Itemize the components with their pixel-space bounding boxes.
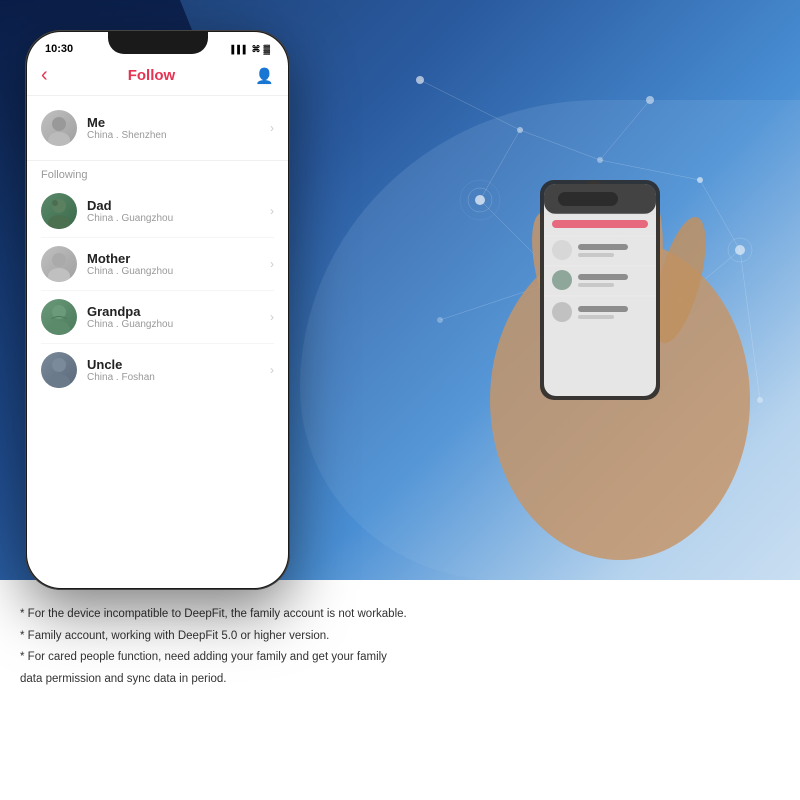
uncle-info: Uncle China . Foshan bbox=[87, 357, 270, 383]
phone-mockup: 10:30 ▌▌▌ ⌘ ▓ ‹ Follow 👤 bbox=[25, 30, 290, 590]
dad-name: Dad bbox=[87, 198, 270, 213]
wifi-icon: ⌘ bbox=[251, 44, 260, 55]
contact-dad-row[interactable]: Dad China . Guangzhou › bbox=[41, 185, 274, 238]
grandpa-name: Grandpa bbox=[87, 304, 270, 319]
uncle-avatar bbox=[41, 352, 77, 388]
battery-icon: ▓ bbox=[263, 44, 270, 54]
uncle-chevron: › bbox=[270, 363, 274, 377]
signal-icon: ▌▌▌ bbox=[231, 45, 248, 54]
grandpa-chevron: › bbox=[270, 310, 274, 324]
me-chevron: › bbox=[270, 121, 274, 135]
me-section: Me China . Shenzhen › bbox=[27, 96, 288, 161]
me-location: China . Shenzhen bbox=[87, 130, 270, 141]
grandpa-avatar bbox=[41, 299, 77, 335]
note-4: data permission and sync data in period. bbox=[20, 670, 480, 690]
note-1: * For the device incompatible to DeepFit… bbox=[20, 605, 480, 625]
dad-avatar bbox=[41, 193, 77, 229]
contact-grandpa-row[interactable]: Grandpa China . Guangzhou › bbox=[41, 291, 274, 344]
grandpa-info: Grandpa China . Guangzhou bbox=[87, 304, 270, 330]
me-row[interactable]: Me China . Shenzhen › bbox=[41, 104, 274, 152]
grandpa-location: China . Guangzhou bbox=[87, 319, 270, 330]
mother-avatar bbox=[41, 246, 77, 282]
mother-info: Mother China . Guangzhou bbox=[87, 251, 270, 277]
uncle-location: China . Foshan bbox=[87, 372, 270, 383]
following-list: Dad China . Guangzhou › Mother bbox=[27, 185, 288, 396]
phone-screen: 10:30 ▌▌▌ ⌘ ▓ ‹ Follow 👤 bbox=[27, 32, 288, 588]
nav-header: ‹ Follow 👤 bbox=[27, 60, 288, 96]
following-label: Following bbox=[27, 161, 288, 185]
mother-chevron: › bbox=[270, 257, 274, 271]
note-2: * Family account, working with DeepFit 5… bbox=[20, 627, 480, 647]
phone-notch bbox=[108, 32, 208, 54]
note-3: * For cared people function, need adding… bbox=[20, 648, 480, 668]
mother-location: China . Guangzhou bbox=[87, 266, 270, 277]
follow-title: Follow bbox=[128, 67, 176, 84]
me-avatar bbox=[41, 110, 77, 146]
contact-uncle-row[interactable]: Uncle China . Foshan › bbox=[41, 344, 274, 396]
hand-phone-graphic bbox=[400, 120, 780, 560]
me-name: Me bbox=[87, 115, 270, 130]
phone-body: 10:30 ▌▌▌ ⌘ ▓ ‹ Follow 👤 bbox=[25, 30, 290, 590]
uncle-name: Uncle bbox=[87, 357, 270, 372]
mother-name: Mother bbox=[87, 251, 270, 266]
dad-chevron: › bbox=[270, 204, 274, 218]
contact-mother-row[interactable]: Mother China . Guangzhou › bbox=[41, 238, 274, 291]
dad-location: China . Guangzhou bbox=[87, 213, 270, 224]
status-icons: ▌▌▌ ⌘ ▓ bbox=[231, 44, 270, 55]
me-info: Me China . Shenzhen bbox=[87, 115, 270, 141]
dad-info: Dad China . Guangzhou bbox=[87, 198, 270, 224]
bottom-info-section: * For the device incompatible to DeepFit… bbox=[0, 585, 800, 800]
add-person-icon[interactable]: 👤 bbox=[255, 67, 274, 85]
back-button[interactable]: ‹ bbox=[41, 64, 48, 87]
status-time: 10:30 bbox=[45, 43, 73, 55]
